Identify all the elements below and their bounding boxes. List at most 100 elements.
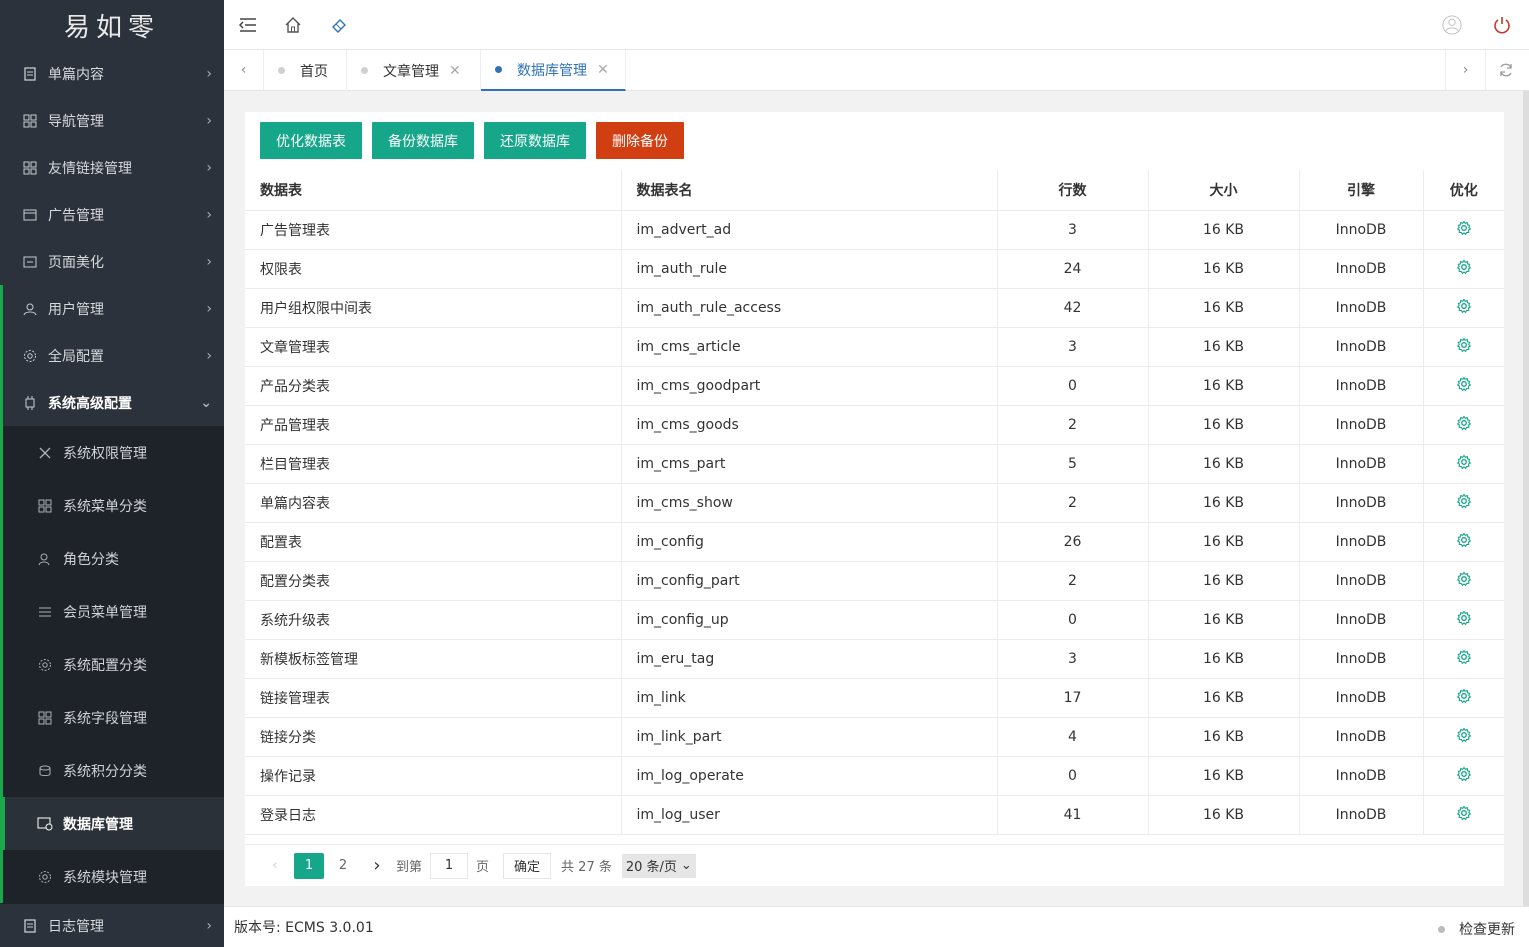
- row-count-cell: 41: [997, 795, 1149, 835]
- gear-icon[interactable]: [1456, 298, 1472, 318]
- chevron-right-icon: ›: [206, 300, 212, 317]
- optimize-table-button[interactable]: 优化数据表: [260, 122, 362, 159]
- gear-icon[interactable]: [1456, 571, 1472, 591]
- gear-icon[interactable]: [1456, 376, 1472, 396]
- gear-icon[interactable]: [1456, 649, 1472, 669]
- gear-icon[interactable]: [1456, 766, 1472, 786]
- table-row: 产品管理表 im_cms_goods 2 16 KB InnoDB: [245, 405, 1504, 445]
- gear-icon[interactable]: [1456, 532, 1472, 552]
- sidebar-item-single-content[interactable]: 单篇内容 ›: [0, 50, 224, 97]
- engine-cell: InnoDB: [1299, 405, 1424, 445]
- table-row: 登录日志 im_log_user 41 16 KB InnoDB: [245, 795, 1504, 835]
- grid-icon: [22, 160, 38, 176]
- sidebar-item-global-config[interactable]: 全局配置 ›: [0, 332, 224, 379]
- table-row: 操作记录 im_log_operate 0 16 KB InnoDB: [245, 756, 1504, 796]
- column-header: 优化: [1423, 170, 1504, 211]
- sidebar-item-permissions[interactable]: 系统权限管理: [0, 426, 224, 479]
- sidebar-item-roles[interactable]: 角色分类: [0, 532, 224, 585]
- page-number-input[interactable]: 1: [430, 852, 469, 879]
- sidebar-item-logs[interactable]: 日志管理 ›: [0, 904, 224, 947]
- sidebar-item-advanced-config[interactable]: 系统高级配置 ⌄: [0, 379, 224, 426]
- size-cell: 16 KB: [1148, 327, 1300, 367]
- optimize-cell: [1423, 795, 1504, 835]
- engine-cell: InnoDB: [1299, 288, 1424, 328]
- scrollbar[interactable]: [1523, 91, 1529, 906]
- sidebar-item-navigation[interactable]: 导航管理 ›: [0, 97, 224, 144]
- chevron-right-icon: ›: [206, 917, 212, 934]
- gear-icon[interactable]: [1456, 610, 1472, 630]
- sidebar-item-points-category[interactable]: 系统积分分类: [0, 744, 224, 797]
- chevron-right-icon: ›: [206, 112, 212, 129]
- next-page-icon[interactable]: ›: [362, 853, 392, 879]
- restore-database-button[interactable]: 还原数据库: [484, 122, 586, 159]
- row-count-cell: 0: [997, 366, 1149, 406]
- gear-icon[interactable]: [1456, 454, 1472, 474]
- gear-icon[interactable]: [1456, 415, 1472, 435]
- tab-database-management[interactable]: 数据库管理 ✕: [481, 50, 626, 91]
- tab-scroll-right-icon[interactable]: ›: [1445, 50, 1485, 90]
- sidebar-item-page-beautify[interactable]: 页面美化 ›: [0, 238, 224, 285]
- table-description-cell: 登录日志: [245, 795, 622, 835]
- sidebar-item-label: 系统高级配置: [48, 395, 132, 412]
- sidebar-item-modules[interactable]: 系统模块管理: [0, 850, 224, 903]
- sidebar-item-menu-category[interactable]: 系统菜单分类: [0, 479, 224, 532]
- close-icon[interactable]: ✕: [597, 62, 609, 78]
- sidebar-item-database[interactable]: 数据库管理: [0, 797, 224, 850]
- table-name-cell: im_config: [621, 522, 998, 562]
- sidebar-item-config-category[interactable]: 系统配置分类: [0, 638, 224, 691]
- prev-page-icon[interactable]: ‹: [260, 853, 290, 879]
- user-icon: [22, 301, 38, 317]
- sidebar-item-label: 系统积分分类: [63, 763, 147, 780]
- table-name-cell: im_log_operate: [621, 756, 998, 796]
- gear-icon[interactable]: [1456, 688, 1472, 708]
- page-size-select[interactable]: 20 条/页 ⌄: [621, 853, 696, 878]
- gear-icon[interactable]: [1456, 259, 1472, 279]
- engine-cell: InnoDB: [1299, 756, 1424, 796]
- sidebar-item-ads[interactable]: 广告管理 ›: [0, 191, 224, 238]
- page-1-button[interactable]: 1: [294, 852, 324, 879]
- table-row: 链接管理表 im_link 17 16 KB InnoDB: [245, 678, 1504, 718]
- table-row: 文章管理表 im_cms_article 3 16 KB InnoDB: [245, 327, 1504, 367]
- gear-icon[interactable]: [1456, 805, 1472, 825]
- sidebar-item-fields[interactable]: 系统字段管理: [0, 691, 224, 744]
- sidebar-item-member-menu[interactable]: 会员菜单管理: [0, 585, 224, 638]
- sidebar-item-label: 用户管理: [48, 301, 104, 318]
- optimize-cell: [1423, 405, 1504, 445]
- confirm-page-button[interactable]: 确定: [503, 852, 552, 879]
- size-cell: 16 KB: [1148, 249, 1300, 289]
- delete-backup-button[interactable]: 删除备份: [596, 122, 684, 159]
- sidebar-item-users[interactable]: 用户管理 ›: [0, 285, 224, 332]
- gear-icon[interactable]: [1456, 727, 1472, 747]
- database-table: 数据表 数据表名 行数 大小 引擎 优化 广告管理表 im_advert_ad 3 1…: [245, 170, 1504, 835]
- size-cell: 16 KB: [1148, 795, 1300, 835]
- tab-scroll-left-icon[interactable]: ‹: [224, 50, 264, 90]
- power-icon[interactable]: [1492, 15, 1512, 35]
- tab-article-management[interactable]: 文章管理 ✕: [347, 50, 481, 91]
- gear-icon[interactable]: [1456, 493, 1472, 513]
- sidebar-item-label: 导航管理: [48, 113, 104, 130]
- list-icon: [37, 604, 53, 620]
- document-icon: [22, 66, 38, 82]
- tools-icon: [37, 445, 53, 461]
- page-2-button[interactable]: 2: [328, 853, 358, 879]
- refresh-icon[interactable]: [1485, 50, 1525, 90]
- check-update-link[interactable]: 检查更新: [1438, 919, 1515, 939]
- close-icon[interactable]: ✕: [449, 63, 461, 79]
- gear-icon[interactable]: [1456, 337, 1472, 357]
- tab-dot: [361, 67, 368, 74]
- table-description-cell: 链接管理表: [245, 678, 622, 718]
- chip-icon: [22, 395, 38, 411]
- users-icon: [37, 551, 53, 567]
- size-cell: 16 KB: [1148, 366, 1300, 406]
- user-avatar-icon[interactable]: [1442, 15, 1462, 35]
- backup-database-button[interactable]: 备份数据库: [372, 122, 474, 159]
- row-count-cell: 2: [997, 405, 1149, 445]
- sidebar-item-friend-links[interactable]: 友情链接管理 ›: [0, 144, 224, 191]
- gear-icon: [22, 348, 38, 364]
- tab-home[interactable]: 首页: [264, 50, 347, 91]
- eraser-icon[interactable]: [329, 15, 349, 35]
- gear-icon[interactable]: [1456, 220, 1472, 240]
- menu-toggle-icon[interactable]: [238, 15, 258, 35]
- tab-label: 文章管理: [383, 63, 439, 80]
- home-icon[interactable]: [283, 15, 303, 35]
